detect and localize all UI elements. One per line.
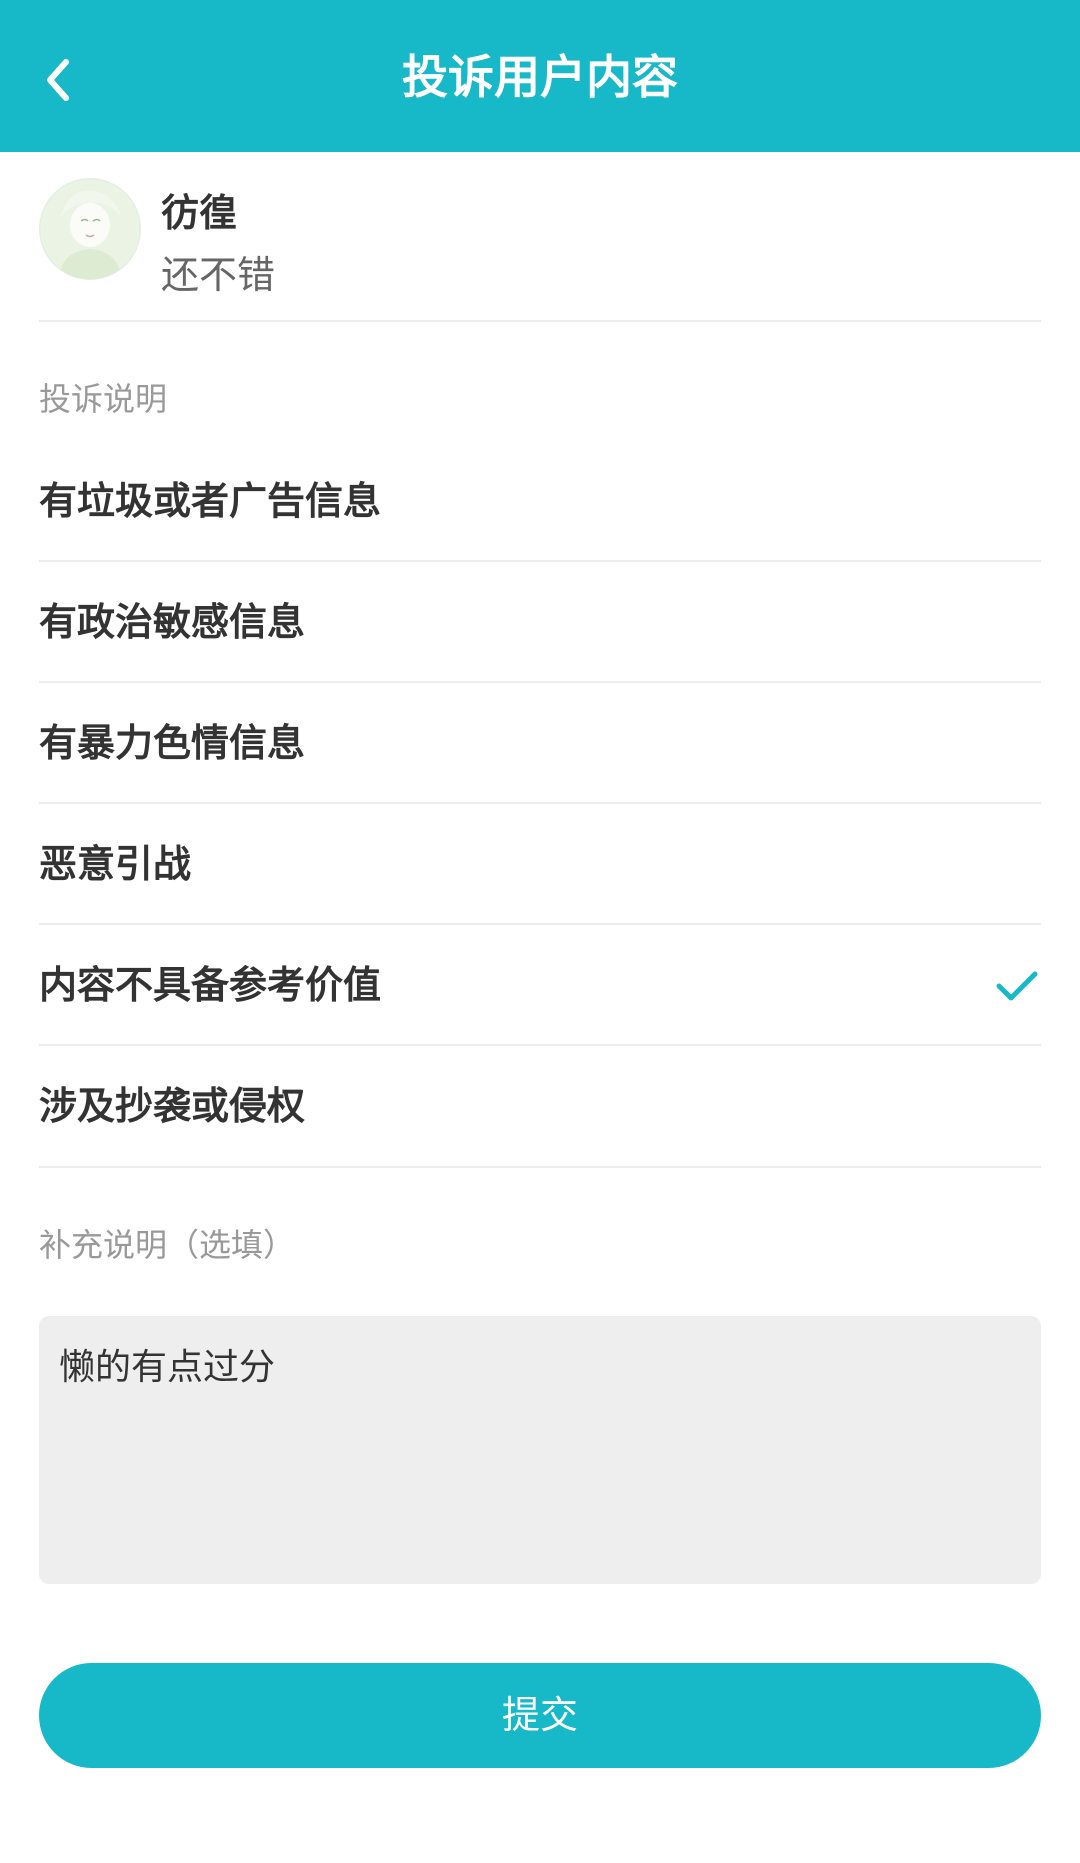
note-textarea[interactable]: 懒的有点过分 <box>39 1316 1041 1584</box>
divider <box>39 923 1041 925</box>
avatar-image <box>40 179 140 279</box>
reason-label: 内容不具备参考价值 <box>39 963 382 1007</box>
reason-option-selected[interactable]: 内容不具备参考价值 <box>39 928 1041 1048</box>
checkmark-icon <box>996 971 1038 1001</box>
reason-label: 涉及抄袭或侵权 <box>39 1084 306 1128</box>
submit-button[interactable]: 提交 <box>39 1663 1041 1768</box>
reason-option[interactable]: 有暴力色情信息 <box>39 686 1041 806</box>
reason-label: 有垃圾或者广告信息 <box>39 479 382 523</box>
divider <box>39 802 1041 804</box>
reason-option[interactable]: 有垃圾或者广告信息 <box>39 444 1041 564</box>
reported-user: 彷徨 还不错 <box>39 178 1041 320</box>
divider <box>39 560 1041 562</box>
divider <box>39 681 1041 683</box>
reason-option[interactable]: 恶意引战 <box>39 807 1041 927</box>
reason-label: 恶意引战 <box>39 842 192 886</box>
divider <box>39 320 1041 322</box>
user-comment: 还不错 <box>161 253 276 297</box>
complaint-section-label: 投诉说明 <box>39 380 168 418</box>
reason-option[interactable]: 有政治敏感信息 <box>39 565 1041 685</box>
note-section-label: 补充说明（选填） <box>39 1226 296 1264</box>
note-text: 懒的有点过分 <box>59 1347 276 1388</box>
divider <box>39 1044 1041 1046</box>
top-bar: 投诉用户内容 <box>0 0 1080 152</box>
reason-label: 有暴力色情信息 <box>39 721 306 765</box>
divider <box>39 1166 1041 1168</box>
reason-label: 有政治敏感信息 <box>39 600 306 644</box>
reason-option[interactable]: 涉及抄袭或侵权 <box>39 1049 1041 1169</box>
avatar <box>39 178 141 280</box>
page-title: 投诉用户内容 <box>402 50 678 104</box>
submit-label: 提交 <box>501 1693 578 1737</box>
user-name: 彷徨 <box>161 191 238 235</box>
